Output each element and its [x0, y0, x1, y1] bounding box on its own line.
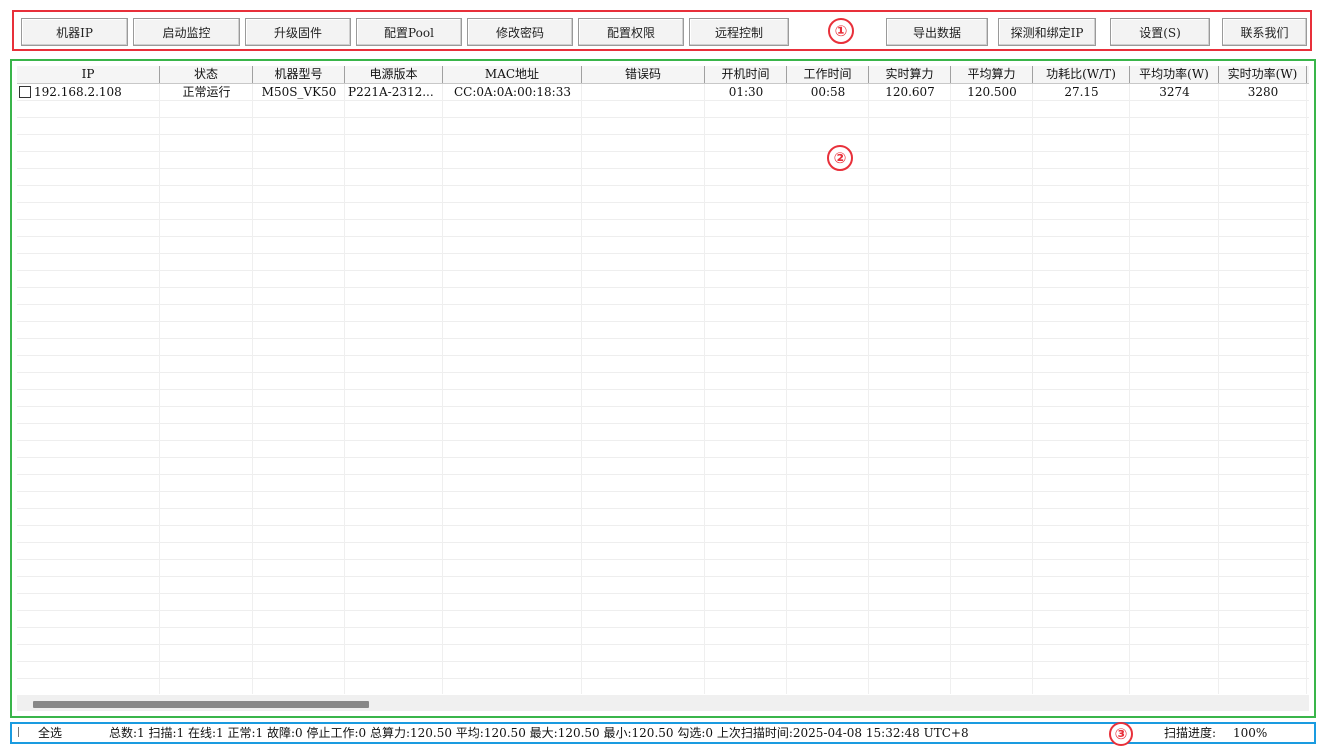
col-header-efficiency[interactable]: 功耗比(W/T)	[1033, 66, 1130, 83]
annotation-badge-3: ③	[1109, 722, 1133, 746]
col-header-realtime-power[interactable]: 实时功率(W)	[1219, 66, 1307, 83]
cell-avg-hashrate: 120.500	[967, 85, 1017, 99]
col-header-avg-power[interactable]: 平均功率(W)	[1130, 66, 1219, 83]
cell-efficiency: 27.15	[1064, 85, 1099, 99]
table-row[interactable]: 192.168.2.108 正常运行 M50S_VK50 P221A-2312.…	[17, 84, 1307, 101]
miner-table: IP 状态 机器型号 电源版本 MAC地址 错误码 开机时间 工作时间 实时算力…	[17, 66, 1309, 694]
start-monitor-button[interactable]: 启动监控	[133, 18, 240, 46]
select-all-label[interactable]: 全选	[38, 724, 62, 742]
annotation-badge-2: ②	[827, 145, 853, 171]
horizontal-scrollbar[interactable]	[17, 695, 1309, 711]
cell-status: 正常运行	[182, 85, 231, 99]
col-header-mac[interactable]: MAC地址	[443, 66, 582, 83]
toolbar: 机器IP 启动监控 升级固件 配置Pool 修改密码 配置权限 远程控制 ① 导…	[12, 10, 1312, 51]
remote-control-button[interactable]: 远程控制	[689, 18, 789, 46]
scrollbar-thumb[interactable]	[33, 701, 369, 708]
col-header-error-code[interactable]: 错误码	[582, 66, 705, 83]
scan-progress-label: 扫描进度:	[1164, 726, 1217, 740]
cell-power-version: P221A-2312...	[348, 85, 434, 99]
annotation-badge-1: ①	[828, 18, 854, 44]
change-password-button[interactable]: 修改密码	[467, 18, 573, 46]
cell-ip: 192.168.2.108	[34, 85, 122, 99]
col-header-work-time[interactable]: 工作时间	[787, 66, 869, 83]
detect-bind-ip-button[interactable]: 探测和绑定IP	[998, 18, 1096, 46]
settings-button[interactable]: 设置(S)	[1110, 18, 1210, 46]
machine-ip-button[interactable]: 机器IP	[21, 18, 128, 46]
col-header-model[interactable]: 机器型号	[253, 66, 345, 83]
col-header-avg-hashrate[interactable]: 平均算力	[951, 66, 1033, 83]
col-header-power-version[interactable]: 电源版本	[345, 66, 443, 83]
export-data-button[interactable]: 导出数据	[886, 18, 988, 46]
select-all-checkbox[interactable]	[18, 727, 19, 737]
table-header: IP 状态 机器型号 电源版本 MAC地址 错误码 开机时间 工作时间 实时算力…	[17, 66, 1309, 84]
miner-table-panel: IP 状态 机器型号 电源版本 MAC地址 错误码 开机时间 工作时间 实时算力…	[10, 59, 1316, 718]
col-header-status[interactable]: 状态	[160, 66, 253, 83]
scan-progress-value: 100%	[1233, 726, 1268, 740]
col-header-boot-time[interactable]: 开机时间	[705, 66, 787, 83]
status-bar: 全选 总数:1 扫描:1 在线:1 正常:1 故障:0 停止工作:0 总算力:1…	[10, 722, 1316, 746]
config-permission-button[interactable]: 配置权限	[578, 18, 684, 46]
upgrade-firmware-button[interactable]: 升级固件	[245, 18, 351, 46]
table-body: 192.168.2.108 正常运行 M50S_VK50 P221A-2312.…	[17, 84, 1309, 694]
col-header-realtime-hashrate[interactable]: 实时算力	[869, 66, 951, 83]
cell-model: M50S_VK50	[261, 85, 337, 99]
cell-error-code	[582, 84, 705, 101]
contact-us-button[interactable]: 联系我们	[1222, 18, 1307, 46]
cell-mac: CC:0A:0A:00:18:33	[454, 85, 571, 99]
cell-avg-power: 3274	[1159, 85, 1190, 99]
cell-work-time: 00:58	[810, 85, 846, 99]
cell-boot-time: 01:30	[728, 85, 764, 99]
status-summary: 总数:1 扫描:1 在线:1 正常:1 故障:0 停止工作:0 总算力:120.…	[109, 726, 969, 740]
cell-realtime-power: 3280	[1247, 85, 1279, 99]
col-header-ip[interactable]: IP	[17, 66, 160, 83]
config-pool-button[interactable]: 配置Pool	[356, 18, 462, 46]
row-checkbox[interactable]	[19, 86, 31, 98]
cell-realtime-hashrate: 120.607	[885, 85, 935, 99]
